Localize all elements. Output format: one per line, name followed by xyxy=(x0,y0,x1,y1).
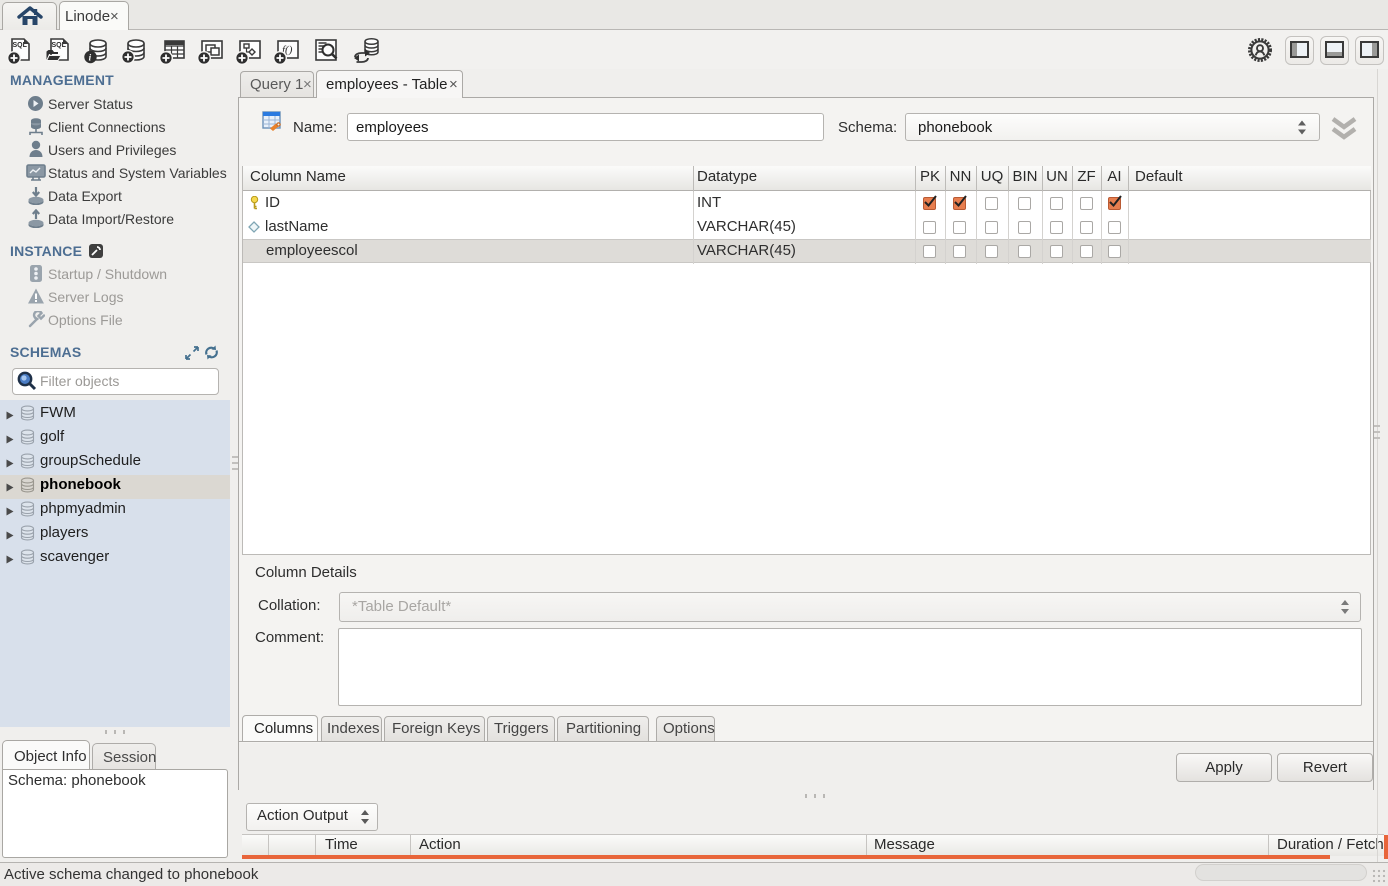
svg-text:SQL: SQL xyxy=(52,42,67,49)
svg-text:SQL: SQL xyxy=(13,42,28,49)
